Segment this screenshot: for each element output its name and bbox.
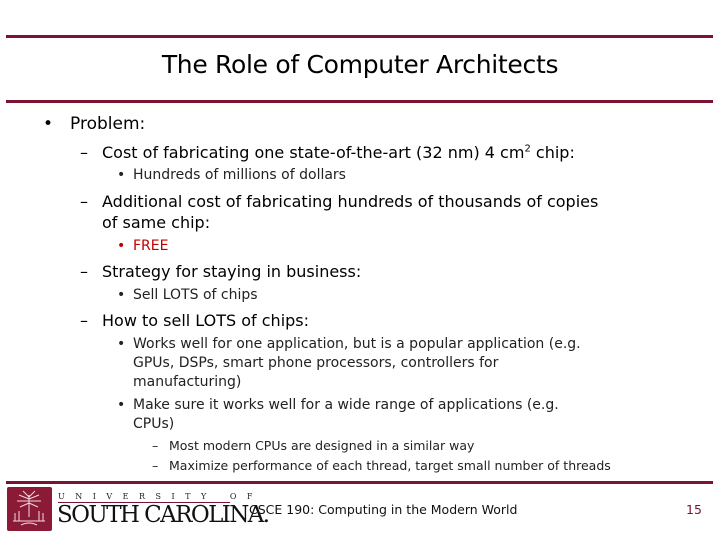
cost-one-end: chip: bbox=[530, 143, 575, 162]
bullet-make-sure-line2: CPUs) bbox=[133, 416, 175, 432]
bullet-problem: Problem: bbox=[70, 114, 146, 134]
bullet-strategy: Strategy for staying in business: bbox=[102, 262, 362, 281]
bullet-works-well-line1: Works well for one application, but is a… bbox=[133, 336, 581, 352]
footer-rule bbox=[6, 481, 713, 484]
bullet-marker: • bbox=[117, 397, 126, 413]
logo-south-carolina: SOUTH CAROLINA. bbox=[57, 502, 270, 528]
footer-course-title: CSCE 190: Computing in the Modern World bbox=[249, 502, 518, 517]
dash-marker: – bbox=[80, 311, 88, 330]
bullet-additional-line1: Additional cost of fabricating hundreds … bbox=[102, 192, 599, 211]
university-palmetto-logo-icon bbox=[7, 487, 52, 531]
bullet-marker: • bbox=[117, 287, 126, 303]
bullet-marker: • bbox=[43, 114, 54, 134]
bullet-make-sure-line1: Make sure it works well for a wide range… bbox=[133, 397, 559, 413]
palmetto-tree-icon bbox=[13, 490, 45, 526]
bullet-sell-lots: Sell LOTS of chips bbox=[133, 287, 258, 303]
logo-university-of: UNIVERSITY OF bbox=[58, 492, 263, 501]
bullet-works-well-line3: manufacturing) bbox=[133, 374, 242, 390]
bullet-hundreds-millions: Hundreds of millions of dollars bbox=[133, 167, 346, 183]
bullet-how-to-sell: How to sell LOTS of chips: bbox=[102, 311, 310, 330]
dash-marker: – bbox=[80, 262, 88, 281]
bullet-maximize: Maximize performance of each thread, tar… bbox=[169, 458, 611, 473]
dash-marker: – bbox=[80, 192, 88, 211]
dash-marker: – bbox=[152, 458, 159, 473]
bullet-additional-line2: of same chip: bbox=[102, 213, 211, 232]
title-rule-bottom bbox=[6, 100, 713, 103]
title-rule-top bbox=[6, 35, 713, 38]
bullet-marker: • bbox=[117, 336, 126, 352]
dash-marker: – bbox=[152, 438, 159, 453]
bullet-marker: • bbox=[117, 238, 126, 254]
bullet-marker: • bbox=[117, 167, 126, 183]
bullet-most-modern: Most modern CPUs are designed in a simil… bbox=[169, 438, 475, 453]
bullet-cost-one: Cost of fabricating one state-of-the-art… bbox=[102, 143, 575, 162]
bullet-free: FREE bbox=[133, 238, 169, 254]
dash-marker: – bbox=[80, 143, 88, 162]
cost-one-text: Cost of fabricating one state-of-the-art… bbox=[102, 143, 525, 162]
slide-number: 15 bbox=[686, 502, 702, 517]
bullet-works-well-line2: GPUs, DSPs, smart phone processors, cont… bbox=[133, 355, 499, 371]
slide-title: The Role of Computer Architects bbox=[161, 50, 559, 79]
